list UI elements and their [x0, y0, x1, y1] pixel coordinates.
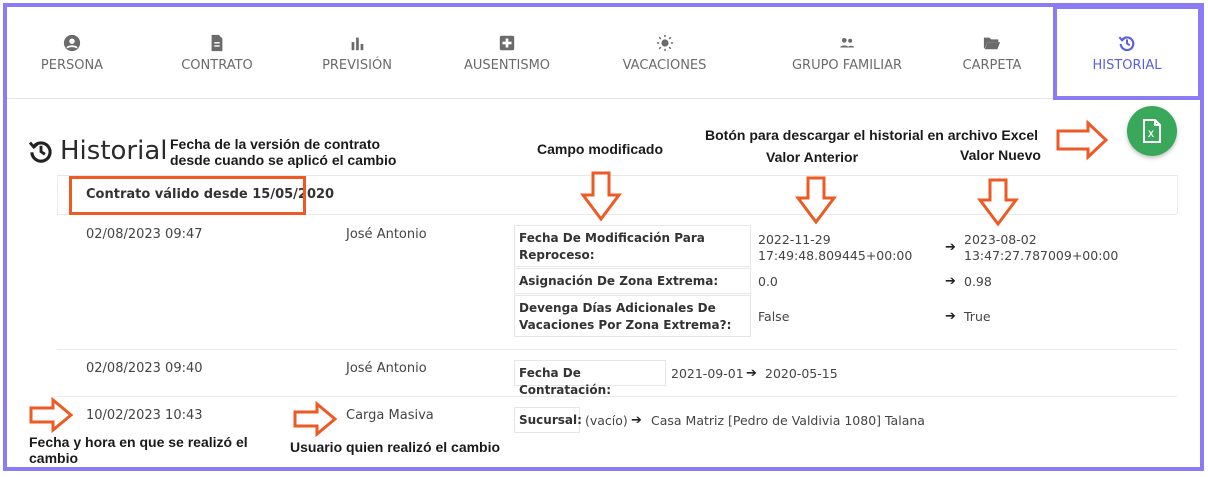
annotation-arrow-down-icon	[977, 178, 1019, 227]
annotation-arrows	[29, 119, 1109, 438]
annotation-arrow-down-icon	[795, 176, 837, 225]
annotation-arrow-right-icon	[1056, 119, 1109, 161]
annotation-arrow-down-icon	[580, 171, 622, 222]
annotation-arrow-right-icon	[293, 400, 338, 438]
annotation-arrow-right-icon	[29, 396, 74, 434]
